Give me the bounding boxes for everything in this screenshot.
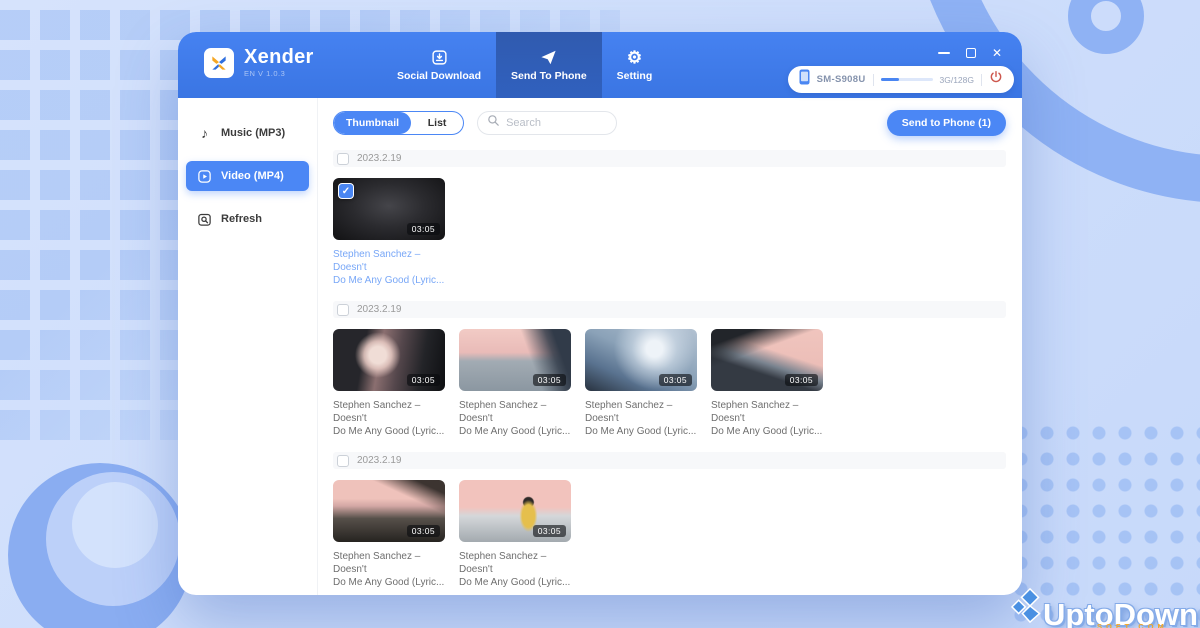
app-window: Xender EN V 1.0.3 Social Download: [178, 32, 1022, 595]
close-button[interactable]: ✕: [992, 47, 1002, 59]
toolbar: Thumbnail List Send to Phone (1): [333, 110, 1006, 136]
video-thumbnail[interactable]: 03:05: [459, 480, 571, 542]
send-to-phone-button[interactable]: Send to Phone (1): [887, 110, 1006, 136]
duration-badge: 03:05: [533, 525, 566, 537]
video-card[interactable]: 03:05 Stephen Sanchez – Doesn't Do Me An…: [585, 329, 697, 438]
video-grid-row: 03:05 Stephen Sanchez – Doesn't Do Me An…: [333, 480, 1006, 589]
music-note-icon: ♪: [197, 126, 212, 140]
duration-badge: 03:05: [407, 525, 440, 537]
main-tabs: Social Download Send To Phone ⚙ Setting: [382, 32, 667, 98]
duration-badge: 03:05: [407, 374, 440, 386]
app-body: ♪ Music (MP3) Video (MP4): [178, 98, 1022, 595]
video-thumbnail[interactable]: ✓ 03:05: [333, 178, 445, 240]
gear-icon: ⚙: [627, 48, 642, 66]
video-thumbnail[interactable]: 03:05: [585, 329, 697, 391]
duration-badge: 03:05: [407, 223, 440, 235]
view-list-button[interactable]: List: [411, 112, 463, 134]
duration-badge: 03:05: [533, 374, 566, 386]
video-title: Stephen Sanchez – Doesn't Do Me Any Good…: [711, 399, 823, 438]
tab-label: Setting: [617, 70, 653, 82]
sidebar-item-refresh[interactable]: Refresh: [186, 204, 309, 234]
uptodown-watermark: UptoDown SOFT.COM: [1011, 587, 1198, 628]
date-group-header: 2023.2.19: [333, 301, 1006, 318]
connected-device-pill: SM-S908U 3G/128G: [788, 66, 1014, 93]
search-input[interactable]: [506, 117, 606, 129]
storage-text: 3G/128G: [940, 75, 975, 85]
sidebar-item-label: Video (MP4): [221, 170, 284, 182]
watermark-subtitle: SOFT.COM: [1097, 622, 1168, 628]
app-title: Xender: [244, 47, 314, 67]
disconnect-power-icon[interactable]: [989, 70, 1003, 89]
app-header: Xender EN V 1.0.3 Social Download: [178, 32, 1022, 98]
brand-text: Xender EN V 1.0.3: [244, 47, 314, 78]
video-card[interactable]: 03:05 Stephen Sanchez – Doesn't Do Me An…: [711, 329, 823, 438]
date-group-header: 2023.2.19: [333, 150, 1006, 167]
view-thumbnail-button[interactable]: Thumbnail: [334, 112, 411, 134]
date-group-header: 2023.2.19: [333, 452, 1006, 469]
storage-progress-bar: [881, 78, 933, 81]
divider: [981, 74, 982, 86]
video-card[interactable]: 03:05 Stephen Sanchez – Doesn't Do Me An…: [333, 329, 445, 438]
brand: Xender EN V 1.0.3: [204, 47, 314, 78]
date-label: 2023.2.19: [357, 455, 402, 466]
decor-circle-inner: [72, 482, 158, 568]
divider: [873, 74, 874, 86]
video-title: Stephen Sanchez – Doesn't Do Me Any Good…: [333, 399, 445, 438]
video-title: Stephen Sanchez – Doesn't Do Me Any Good…: [333, 550, 445, 589]
maximize-button[interactable]: [966, 48, 976, 58]
select-all-checkbox[interactable]: [337, 455, 349, 467]
decor-circle-mid: [46, 472, 180, 606]
content-panel: Thumbnail List Send to Phone (1) 2023.2.…: [318, 98, 1022, 595]
minimize-button[interactable]: [938, 52, 950, 54]
sidebar: ♪ Music (MP3) Video (MP4): [178, 98, 318, 595]
view-toggle: Thumbnail List: [333, 111, 464, 135]
selected-check-icon[interactable]: ✓: [338, 183, 354, 199]
duration-badge: 03:05: [659, 374, 692, 386]
video-thumbnail[interactable]: 03:05: [711, 329, 823, 391]
video-card[interactable]: 03:05 Stephen Sanchez – Doesn't Do Me An…: [459, 480, 571, 589]
video-thumbnail[interactable]: 03:05: [459, 329, 571, 391]
decor-ring-small: [1068, 0, 1144, 54]
sidebar-item-label: Music (MP3): [221, 127, 285, 139]
tab-label: Send To Phone: [511, 70, 587, 82]
sidebar-item-label: Refresh: [221, 213, 262, 225]
select-all-checkbox[interactable]: [337, 304, 349, 316]
video-card[interactable]: 03:05 Stephen Sanchez – Doesn't Do Me An…: [333, 480, 445, 589]
search-icon: [487, 114, 500, 132]
sidebar-item-music[interactable]: ♪ Music (MP3): [186, 118, 309, 148]
window-controls: ✕: [938, 46, 1002, 60]
video-grid-row: 03:05 Stephen Sanchez – Doesn't Do Me An…: [333, 329, 1006, 438]
tab-social-download[interactable]: Social Download: [382, 32, 496, 98]
paper-plane-icon: [539, 48, 558, 66]
tab-setting[interactable]: ⚙ Setting: [602, 32, 668, 98]
video-thumbnail[interactable]: 03:05: [333, 480, 445, 542]
tab-label: Social Download: [397, 70, 481, 82]
video-card[interactable]: ✓ 03:05 Stephen Sanchez – Doesn't Do Me …: [333, 178, 445, 287]
date-label: 2023.2.19: [357, 304, 402, 315]
date-label: 2023.2.19: [357, 153, 402, 164]
video-card[interactable]: 03:05 Stephen Sanchez – Doesn't Do Me An…: [459, 329, 571, 438]
device-name: SM-S908U: [817, 74, 866, 85]
sidebar-item-video[interactable]: Video (MP4): [186, 161, 309, 191]
download-icon: [431, 48, 448, 66]
decor-circle-outer: [8, 463, 192, 628]
phone-icon: [799, 69, 810, 90]
duration-badge: 03:05: [785, 374, 818, 386]
video-title: Stephen Sanchez – Doesn't Do Me Any Good…: [585, 399, 697, 438]
search-box[interactable]: [477, 111, 617, 135]
video-title: Stephen Sanchez – Doesn't Do Me Any Good…: [459, 399, 571, 438]
uptodown-text: UptoDown SOFT.COM: [1043, 600, 1198, 628]
video-play-icon: [197, 169, 212, 184]
video-thumbnail[interactable]: 03:05: [333, 329, 445, 391]
app-version: EN V 1.0.3: [244, 69, 314, 78]
select-all-checkbox[interactable]: [337, 153, 349, 165]
xender-logo-icon: [204, 48, 234, 78]
tab-send-to-phone[interactable]: Send To Phone: [496, 32, 602, 98]
video-title: Stephen Sanchez – Doesn't Do Me Any Good…: [459, 550, 571, 589]
folder-search-icon: [197, 212, 212, 227]
video-title: Stephen Sanchez – Doesn't Do Me Any Good…: [333, 248, 445, 287]
video-grid-row: ✓ 03:05 Stephen Sanchez – Doesn't Do Me …: [333, 178, 1006, 287]
